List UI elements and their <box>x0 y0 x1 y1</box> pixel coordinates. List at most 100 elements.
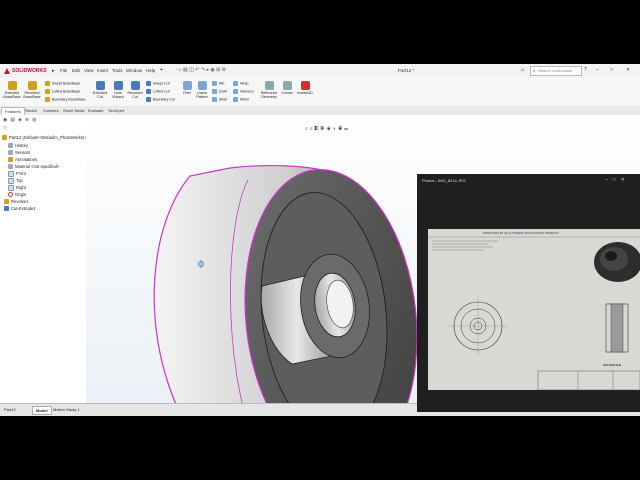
tab-model[interactable]: Model <box>32 406 52 415</box>
document-title: Part12 * <box>398 68 415 73</box>
boundary-cut-button[interactable]: Boundary Cut <box>146 97 175 102</box>
swept-cut-label: Swept Cut <box>153 81 170 86</box>
tree-item-material[interactable]: Material <not specified> <box>8 164 59 170</box>
boundary-boss-button[interactable]: Boundary Boss/Base <box>45 97 86 102</box>
quick-access-toolbar[interactable]: ▫ ▹ ▤ ◫ ↶ ↷ ▸ ◉ ⊞ ⚙ <box>176 67 226 73</box>
section-label: SECTION B-B <box>603 363 622 367</box>
menu-edit[interactable]: Edit <box>72 68 80 73</box>
tree-item-sensors[interactable]: Sensors <box>8 150 30 156</box>
filter-icon[interactable]: ▽ <box>3 126 7 132</box>
lofted-boss-label: Lofted Boss/Base <box>52 89 81 94</box>
extruded-cut-icon <box>95 81 105 90</box>
menu-window[interactable]: Window <box>126 68 142 73</box>
menu-insert[interactable]: Insert <box>97 68 108 73</box>
hole-wizard-label: Hole Wizard <box>112 91 124 99</box>
feature-manager-tree: ◉▤◈⊕◍ ▽ Part12 (Default<<Default>_PhotoW… <box>0 115 89 410</box>
swept-cut-button[interactable]: Swept Cut <box>146 81 170 86</box>
pin-icon[interactable]: ⌖ <box>160 67 163 73</box>
wrap-button[interactable]: Wrap <box>233 81 249 86</box>
tree-item-front-plane[interactable]: Front <box>8 171 26 177</box>
shell-button[interactable]: Shell <box>212 97 227 102</box>
cut-extrude-feature-icon <box>4 206 9 212</box>
extruded-boss-button[interactable]: Extruded Boss/Base <box>2 81 22 99</box>
tab-sheet-metal[interactable]: Sheet Metal <box>60 107 87 114</box>
mirror-button[interactable]: Mirror <box>233 97 249 102</box>
extruded-cut-button[interactable]: Extruded Cut <box>90 81 110 99</box>
mirror-icon <box>233 97 238 102</box>
view-tools-icons[interactable]: ⌕⌕◧▣◈◐◉▭ <box>305 126 350 132</box>
fillet-label: Fillet <box>183 91 191 95</box>
revolved-boss-button[interactable]: Revolved Boss/Base <box>22 81 42 99</box>
revolved-cut-button[interactable]: Revolved Cut <box>126 81 144 99</box>
help-icon[interactable]: ? <box>584 67 587 73</box>
hole-wizard-icon <box>113 81 123 90</box>
tree-tab-icons[interactable]: ◉▤◈⊕◍ <box>3 117 39 123</box>
tab-sketch[interactable]: Sketch <box>22 107 40 114</box>
maximize-icon[interactable]: □ <box>610 67 613 73</box>
fillet-icon <box>182 81 192 90</box>
reference-geometry-icon <box>264 81 274 90</box>
photo-window-controls[interactable]: –□✕ <box>605 177 630 183</box>
part-icon <box>2 135 7 141</box>
reference-geometry-button[interactable]: Reference Geometry <box>258 81 280 99</box>
rib-button[interactable]: Rib <box>212 81 224 86</box>
intersect-label: Intersect <box>240 89 254 94</box>
tree-item-annotations[interactable]: Annotations <box>8 157 38 163</box>
tree-item-cut-extrude1[interactable]: Cut-Extrude1 <box>4 206 36 212</box>
tab-evaluate[interactable]: Evaluate <box>85 107 107 114</box>
collapse-arrow-icon[interactable]: ▸ <box>52 68 55 74</box>
search-commands-input[interactable]: ⌕ Search Commands <box>530 66 582 76</box>
solidworks-logo-icon <box>3 67 11 75</box>
tree-item-label: Origin <box>15 192 27 197</box>
tree-part-root[interactable]: Part12 (Default<<Default>_PhotoWorks) Di <box>2 135 89 141</box>
minimize-icon[interactable]: – <box>596 67 599 73</box>
lofted-cut-button[interactable]: Lofted Cut <box>146 89 170 94</box>
draft-label: Draft <box>219 89 227 94</box>
heads-up-view-toolbar[interactable]: ⌕⌕◧▣◈◐◉▭ <box>305 117 350 135</box>
material-icon <box>8 164 13 170</box>
menu-view[interactable]: View <box>84 68 94 73</box>
lofted-boss-button[interactable]: Lofted Boss/Base <box>45 89 80 94</box>
boundary-cut-label: Boundary Cut <box>153 97 175 102</box>
fillet-button[interactable]: Fillet <box>180 81 194 95</box>
intersect-button[interactable]: Intersect <box>233 89 254 94</box>
draft-button[interactable]: Draft <box>212 89 227 94</box>
plane-icon <box>8 185 14 191</box>
hole-wizard-button[interactable]: Hole Wizard <box>109 81 127 99</box>
tab-surfaces[interactable]: Surfaces <box>40 107 62 114</box>
curves-button[interactable]: Curves <box>279 81 295 95</box>
menu-file[interactable]: File <box>60 68 67 73</box>
revolved-cut-label: Revolved Cut <box>127 91 143 99</box>
revolved-boss-label: Revolved Boss/Base <box>23 91 41 99</box>
command-manager-ribbon: Extruded Boss/Base Revolved Boss/Base Sw… <box>0 78 640 107</box>
tree-item-right-plane[interactable]: Right <box>8 185 26 191</box>
linear-pattern-button[interactable]: Linear Pattern <box>194 81 210 99</box>
boundary-cut-icon <box>146 97 151 102</box>
revolved-cut-icon <box>130 81 140 90</box>
title-bar: SOLIDWORKS ▸ File Edit View Insert Tools… <box>0 64 640 79</box>
menu-help[interactable]: Help <box>146 68 155 73</box>
search-placeholder: Search Commands <box>538 68 573 73</box>
tree-item-label: Front <box>16 171 26 177</box>
rib-icon <box>212 81 217 86</box>
tree-item-label: Annotations <box>15 157 38 162</box>
tree-item-top-plane[interactable]: Top <box>8 178 23 184</box>
menu-tools[interactable]: Tools <box>112 68 123 73</box>
tree-item-origin[interactable]: Origin <box>8 192 27 198</box>
brand-label: SOLIDWORKS <box>12 68 47 74</box>
plane-icon <box>8 178 14 184</box>
tree-item-history[interactable]: History <box>8 143 28 149</box>
tree-item-revolve1[interactable]: Revolve1 <box>4 199 28 205</box>
boundary-boss-label: Boundary Boss/Base <box>52 97 86 102</box>
tab-simxpert[interactable]: SimXpert <box>105 107 127 114</box>
swept-cut-icon <box>146 81 151 86</box>
history-icon <box>8 143 13 149</box>
swept-boss-button[interactable]: Swept Boss/Base <box>45 81 80 86</box>
user-icon[interactable]: ☺ <box>520 67 525 73</box>
wrap-icon <box>233 81 238 86</box>
instant3d-button[interactable]: Instant3D <box>296 81 314 95</box>
linear-pattern-icon <box>197 81 207 90</box>
tab-motion-study[interactable]: Motion Study 1 <box>50 406 83 413</box>
plane-icon <box>8 171 14 177</box>
close-icon[interactable]: ✕ <box>626 67 630 73</box>
